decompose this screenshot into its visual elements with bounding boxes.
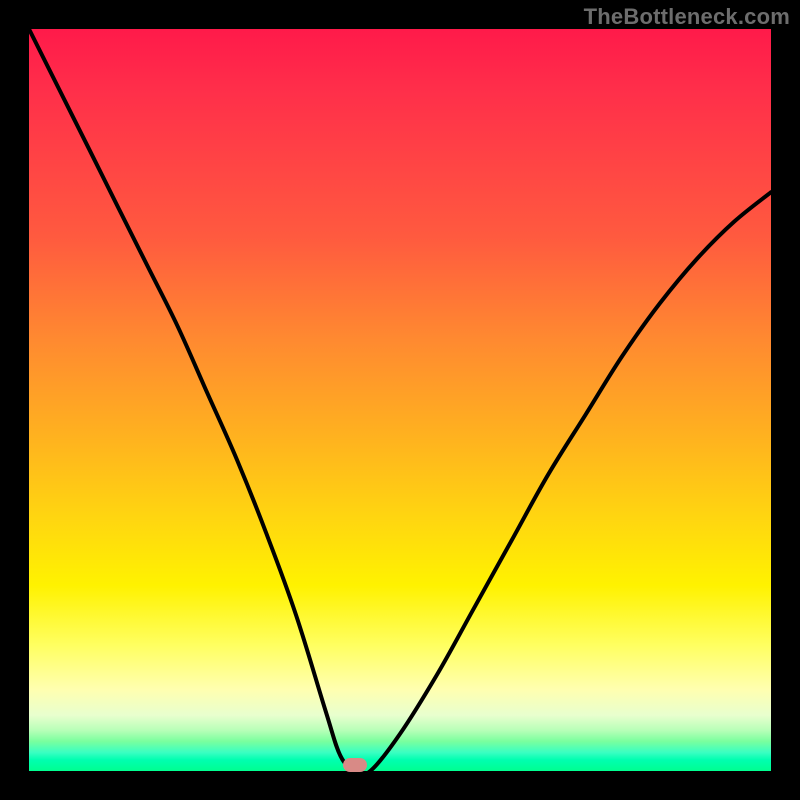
valley-marker bbox=[343, 758, 367, 772]
bottleneck-curve bbox=[29, 29, 771, 771]
watermark-text: TheBottleneck.com bbox=[584, 4, 790, 30]
outer-frame: TheBottleneck.com bbox=[0, 0, 800, 800]
curve-path bbox=[29, 29, 771, 775]
